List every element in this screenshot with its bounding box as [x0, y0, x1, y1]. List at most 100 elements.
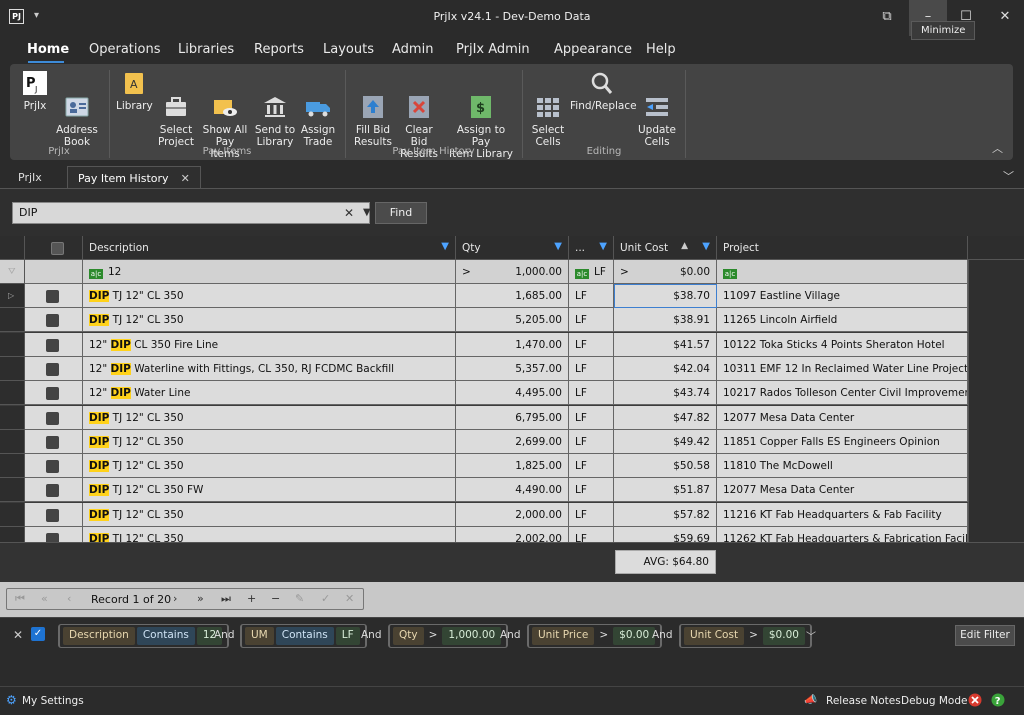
project-cell[interactable]: 10122 Toka Sticks 4 Points Sheraton Hote…	[717, 332, 968, 357]
qty-cell[interactable]: 4,490.00	[456, 478, 569, 503]
search-dropdown-icon[interactable]: ▼	[363, 207, 371, 218]
description-cell[interactable]: DIP TJ 12" CL 350	[83, 284, 456, 308]
edit-filter-button[interactable]: Edit Filter	[955, 625, 1015, 646]
clear-search-icon[interactable]: ✕	[344, 206, 354, 220]
qty-cell[interactable]: 1,470.00	[456, 332, 569, 357]
description-cell[interactable]: 12" DIP Waterline with Fittings, CL 350,…	[83, 356, 456, 381]
filter-clause-unit-price[interactable]: Unit Price > $0.00	[527, 624, 663, 648]
filter-clause-qty[interactable]: Qty >1,000.00	[388, 624, 509, 648]
debug-mode-label[interactable]: Debug Mode	[901, 695, 967, 707]
filter-cell-unit-cost[interactable]: > $0.00	[614, 260, 717, 284]
table-row[interactable]: DIP TJ 12" CL 350 2,000.00 LF $57.82 11216 K…	[0, 502, 968, 527]
um-cell[interactable]: LF	[569, 454, 614, 479]
filter-cell-description[interactable]: a|c 12	[83, 260, 456, 284]
table-row[interactable]: DIP TJ 12" CL 350 1,825.00 LF $50.58 11810 T…	[0, 454, 968, 479]
unit-cost-cell[interactable]: $41.57	[614, 332, 717, 357]
menu-reports[interactable]: Reports	[254, 42, 304, 57]
description-cell[interactable]: DIP TJ 12" CL 350	[83, 405, 456, 430]
unit-cost-cell[interactable]: $51.87	[614, 478, 717, 503]
table-row[interactable]: ▷ DIP TJ 12" CL 350 1,685.00 LF $38.70 11097 …	[0, 284, 968, 308]
menu-prjix-admin[interactable]: PrjIx Admin	[456, 42, 530, 57]
um-cell[interactable]: LF	[569, 502, 614, 527]
project-cell[interactable]: 10217 Rados Tolleson Center Civil Improv…	[717, 381, 968, 406]
um-cell[interactable]: LF	[569, 381, 614, 406]
collapse-ribbon-icon[interactable]: ︿	[992, 140, 1003, 156]
row-checkbox[interactable]	[46, 508, 59, 522]
row-indicator[interactable]	[0, 478, 25, 503]
project-cell[interactable]: 12077 Mesa Data Center	[717, 478, 968, 503]
previous-page-icon[interactable]: «	[41, 592, 48, 605]
tab-prjix[interactable]: PrjIx	[8, 166, 52, 188]
project-cell[interactable]: 11097 Eastline Village	[717, 284, 968, 308]
qty-cell[interactable]: 2,000.00	[456, 502, 569, 527]
description-cell[interactable]: DIP TJ 12" CL 350	[83, 502, 456, 527]
description-cell[interactable]: 12" DIP CL 350 Fire Line	[83, 332, 456, 357]
description-cell[interactable]: 12" DIP Water Line	[83, 381, 456, 406]
row-indicator[interactable]: ▷	[0, 284, 25, 308]
help-icon[interactable]: ?	[991, 693, 1005, 710]
qty-cell[interactable]: 5,357.00	[456, 356, 569, 381]
description-cell[interactable]: DIP TJ 12" CL 350	[83, 308, 456, 333]
project-cell[interactable]: 10311 EMF 12 In Reclaimed Water Line Pro…	[717, 356, 968, 381]
unit-cost-cell[interactable]: $50.58	[614, 454, 717, 479]
filter-icon[interactable]: ▼	[554, 241, 562, 252]
qty-cell[interactable]: 2,002.00	[456, 527, 569, 542]
qty-cell[interactable]: 2,699.00	[456, 429, 569, 454]
filter-cell-project[interactable]: a|c	[717, 260, 968, 284]
ribbon-find-replace-button[interactable]: Find/Replace	[570, 70, 637, 112]
row-checkbox[interactable]	[46, 435, 59, 449]
row-indicator[interactable]	[0, 527, 25, 542]
cancel-edit-icon[interactable]: ✕	[345, 592, 354, 605]
row-indicator[interactable]	[0, 454, 25, 479]
column-header-qty[interactable]: Qty ▼	[456, 236, 569, 260]
row-checkbox[interactable]	[46, 387, 59, 401]
my-settings-link[interactable]: My Settings	[22, 695, 84, 707]
um-cell[interactable]: LF	[569, 429, 614, 454]
menu-operations[interactable]: Operations	[89, 42, 160, 57]
menu-layouts[interactable]: Layouts	[323, 42, 374, 57]
um-cell[interactable]: LF	[569, 527, 614, 542]
um-cell[interactable]: LF	[569, 478, 614, 503]
table-row[interactable]: 12" DIP Waterline with Fittings, CL 350,…	[0, 356, 968, 381]
add-record-icon[interactable]: +	[247, 592, 256, 605]
description-cell[interactable]: DIP TJ 12" CL 350 FW	[83, 478, 456, 503]
row-checkbox[interactable]	[46, 411, 59, 425]
um-cell[interactable]: LF	[569, 284, 614, 308]
row-checkbox[interactable]	[46, 533, 59, 542]
next-record-icon[interactable]: ›	[173, 592, 177, 605]
um-cell[interactable]: LF	[569, 308, 614, 333]
table-row[interactable]: DIP TJ 12" CL 350 FW 4,490.00 LF $51.87 1207…	[0, 478, 968, 503]
release-notes-link[interactable]: Release Notes	[826, 695, 901, 707]
close-tab-icon[interactable]: ✕	[181, 172, 190, 185]
description-cell[interactable]: DIP TJ 12" CL 350	[83, 527, 456, 542]
unit-cost-cell[interactable]: $42.04	[614, 356, 717, 381]
column-header-um[interactable]: ... ▼	[569, 236, 614, 260]
row-indicator[interactable]	[0, 429, 25, 454]
row-checkbox[interactable]	[46, 362, 59, 376]
um-cell[interactable]: LF	[569, 405, 614, 430]
filter-cell-um[interactable]: a|c LF	[569, 260, 614, 284]
filter-icon[interactable]: ▼	[702, 241, 710, 252]
row-indicator[interactable]	[0, 332, 25, 357]
filter-clause-unit-cost[interactable]: Unit Cost > $0.00	[679, 624, 812, 648]
um-cell[interactable]: LF	[569, 356, 614, 381]
debug-status-icon[interactable]	[968, 693, 982, 710]
table-row[interactable]: 12" DIP Water Line 4,495.00 LF $43.74 10217 …	[0, 381, 968, 406]
unit-cost-cell[interactable]: $38.91	[614, 308, 717, 333]
find-button[interactable]: Find	[375, 202, 427, 224]
save-record-icon[interactable]: ✓	[321, 592, 330, 605]
qty-cell[interactable]: 6,795.00	[456, 405, 569, 430]
gear-icon[interactable]: ⚙	[6, 693, 17, 707]
project-cell[interactable]: 11265 Lincoln Airfield	[717, 308, 968, 333]
filter-history-dropdown-icon[interactable]: ﹀	[806, 628, 816, 643]
row-indicator[interactable]	[0, 308, 25, 333]
menu-admin[interactable]: Admin	[392, 42, 433, 57]
project-cell[interactable]: 11216 KT Fab Headquarters & Fab Facility	[717, 502, 968, 527]
tabs-dropdown-icon[interactable]: ﹀	[1003, 168, 1014, 184]
description-cell[interactable]: DIP TJ 12" CL 350	[83, 429, 456, 454]
project-cell[interactable]: 11262 KT Fab Headquarters & Fabrication …	[717, 527, 968, 542]
filter-enabled-checkbox[interactable]: ✓	[31, 627, 45, 641]
row-indicator[interactable]	[0, 381, 25, 406]
row-indicator[interactable]	[0, 356, 25, 381]
column-header-project[interactable]: Project	[717, 236, 968, 260]
